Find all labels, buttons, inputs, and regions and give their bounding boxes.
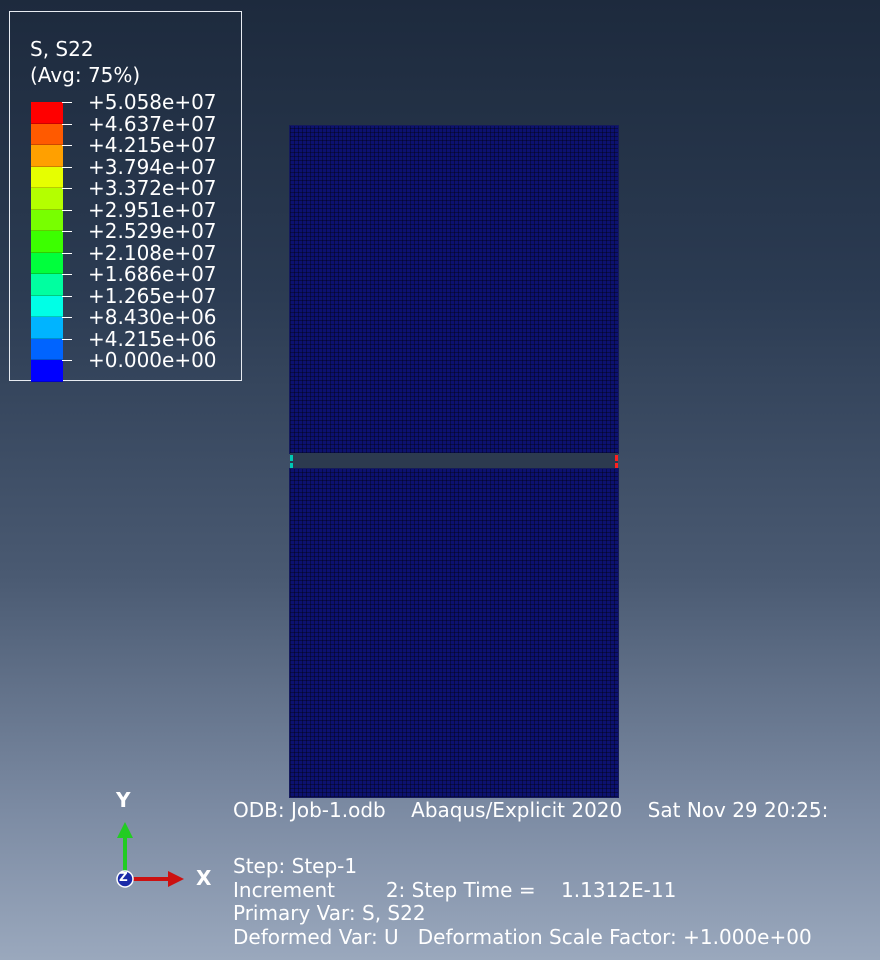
legend-level-value: +2.951e+07 <box>88 197 217 222</box>
legend-level-value: +4.215e+07 <box>88 133 217 157</box>
legend-level-label: +2.951e+07 <box>62 197 217 222</box>
legend-color-band <box>31 338 63 360</box>
legend-level-label: +2.529e+07 <box>62 219 217 243</box>
legend-color-band <box>31 317 63 339</box>
legend-color-band <box>31 166 63 188</box>
crack-edge-marker-right <box>615 455 618 461</box>
legend-tick <box>62 123 72 125</box>
deformed-var-line: Deformed Var: U Deformation Scale Factor… <box>233 925 812 949</box>
legend-level-label: +4.215e+07 <box>62 133 217 157</box>
z-axis-label: Z <box>119 870 128 884</box>
odb-info-line: ODB: Job-1.odb Abaqus/Explicit 2020 Sat … <box>233 798 829 822</box>
legend-level-value: +4.215e+06 <box>88 326 217 351</box>
legend-tick <box>62 360 72 361</box>
primary-var-line: Primary Var: S, S22 <box>233 901 426 925</box>
legend-subtitle: (Avg: 75%) <box>30 63 141 87</box>
model-upper-half[interactable] <box>289 125 619 454</box>
legend-level-label: +1.686e+07 <box>62 262 217 286</box>
legend-tick <box>62 145 72 146</box>
x-axis-arrowhead-icon <box>168 871 184 887</box>
legend-level-label: +3.372e+07 <box>62 176 217 200</box>
legend-color-band <box>31 360 63 382</box>
legend-color-band <box>31 209 63 231</box>
legend-level-label: +5.058e+07 <box>62 90 217 114</box>
legend-level-value: +3.372e+07 <box>88 176 217 200</box>
legend-level-value: +1.686e+07 <box>88 262 217 286</box>
legend-level-label: +1.265e+07 <box>62 283 217 308</box>
crack-edge-marker-left <box>290 455 293 461</box>
legend-tick <box>62 209 72 211</box>
legend-color-band <box>31 252 63 274</box>
legend-level-value: +2.529e+07 <box>88 219 217 243</box>
model-crack-gap <box>290 453 618 469</box>
legend-labels: +5.058e+07 +4.637e+07 +4.215e+07 +3.794e+07… <box>62 90 217 372</box>
legend-tick <box>62 338 72 340</box>
legend-color-band <box>31 145 63 167</box>
legend-colorbar <box>31 102 63 382</box>
legend-level-label: +2.108e+07 <box>62 240 217 265</box>
legend-level-value: +3.794e+07 <box>88 154 217 179</box>
legend-title: S, S22 <box>30 37 94 61</box>
step-info-line: Step: Step-1 <box>233 854 358 878</box>
legend-level-value: +2.108e+07 <box>88 240 217 265</box>
legend-level-value: +8.430e+06 <box>88 305 217 329</box>
legend-tick <box>62 231 72 232</box>
legend-tick <box>62 295 72 297</box>
legend-level-value: +0.000e+00 <box>88 348 217 372</box>
model-lower-half[interactable] <box>289 468 619 798</box>
legend-tick <box>62 188 72 189</box>
contour-legend: S, S22 (Avg: 75%) +5.058e+07 +4.637e+07 +4… <box>9 11 242 382</box>
legend-color-band <box>31 188 63 210</box>
legend-tick <box>62 252 72 254</box>
legend-tick <box>62 274 72 275</box>
legend-level-value: +1.265e+07 <box>88 283 217 308</box>
legend-color-band <box>31 123 63 145</box>
y-axis-label: Y <box>116 788 131 812</box>
legend-level-label: +8.430e+06 <box>62 305 217 329</box>
legend-level-label: +3.794e+07 <box>62 154 217 179</box>
axis-triad: Y X Z <box>100 788 230 900</box>
legend-color-band <box>31 231 63 253</box>
legend-level-label: +4.215e+06 <box>62 326 217 351</box>
legend-color-band <box>31 274 63 296</box>
legend-color-band <box>31 102 63 124</box>
legend-level-label: +4.637e+07 <box>62 111 217 136</box>
legend-tick <box>62 317 72 318</box>
increment-info-line: Increment 2: Step Time = 1.1312E-11 <box>233 878 677 902</box>
x-axis-label: X <box>196 866 212 890</box>
legend-level-value: +4.637e+07 <box>88 111 217 136</box>
legend-color-band <box>31 295 63 317</box>
legend-level-label: +0.000e+00 <box>62 348 217 372</box>
legend-level-value: +5.058e+07 <box>88 90 217 114</box>
y-axis-arrowhead-icon <box>117 822 133 838</box>
legend-tick <box>62 102 72 103</box>
legend-tick <box>62 166 72 168</box>
